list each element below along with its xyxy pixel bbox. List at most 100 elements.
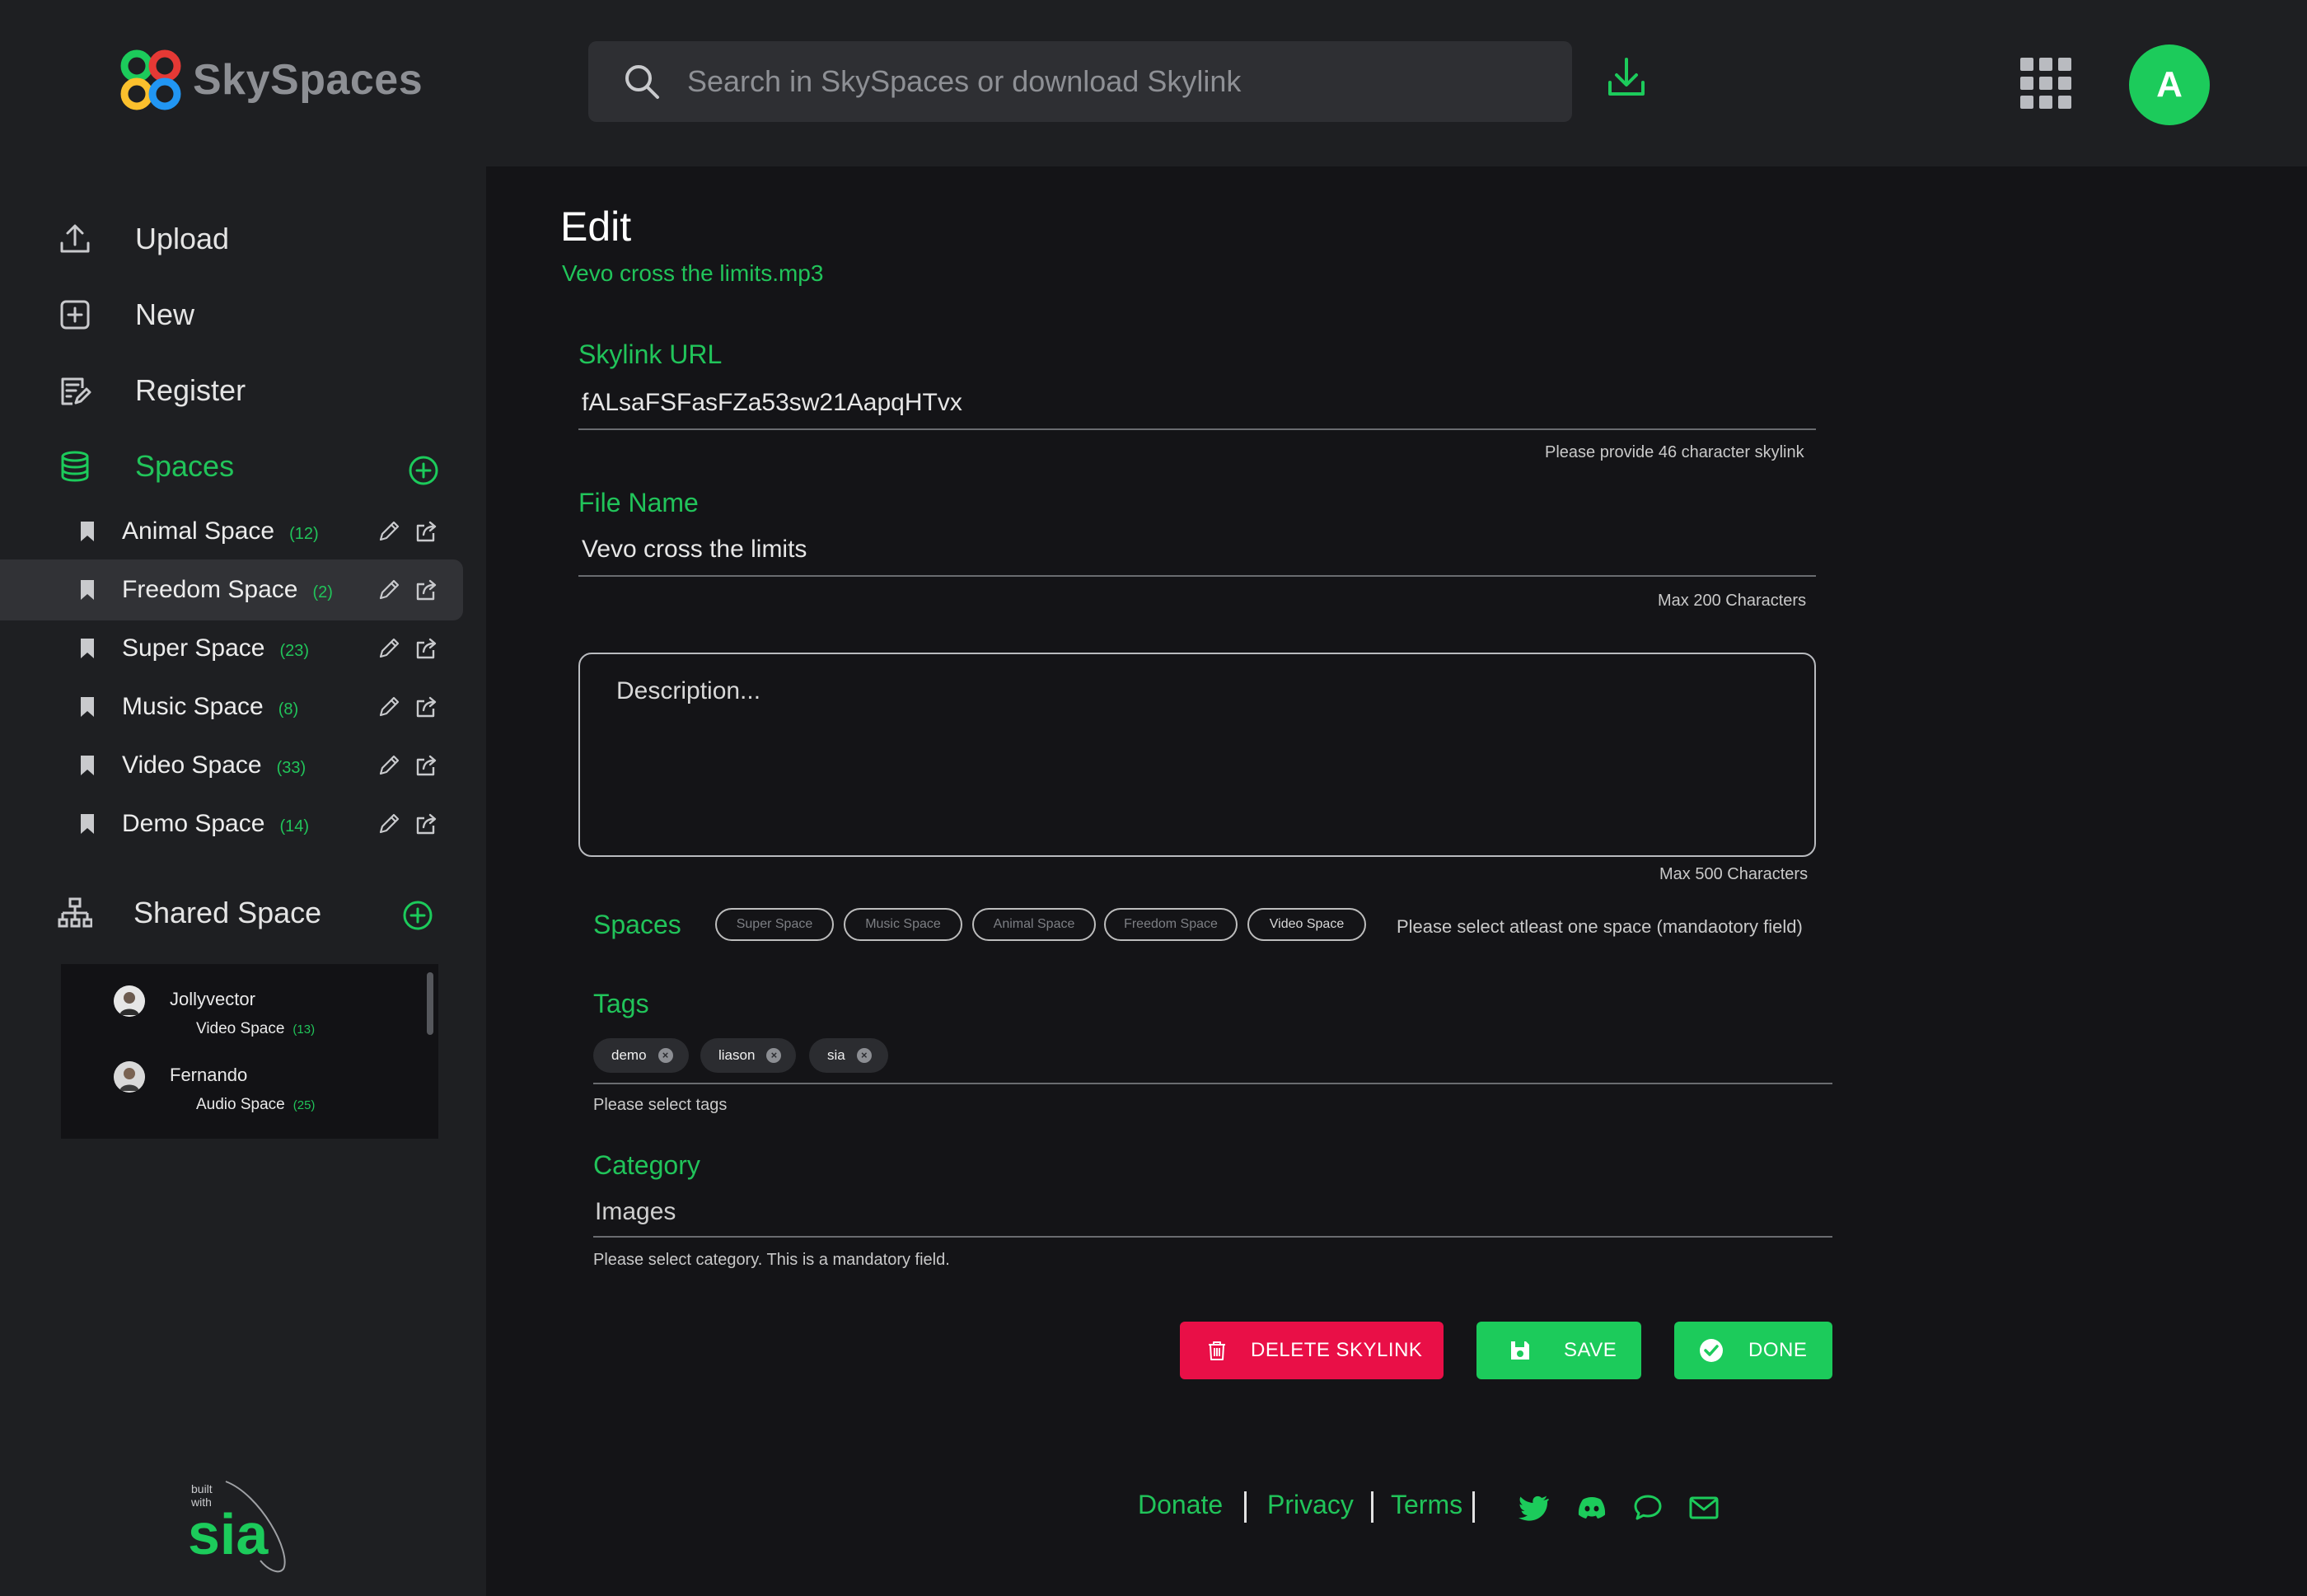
remove-tag-icon[interactable]: × (856, 1048, 872, 1063)
description-field[interactable] (578, 653, 1816, 857)
floppy-disk-icon (1511, 1341, 1529, 1360)
footer-divider (1472, 1491, 1475, 1523)
category-label: Category (593, 1150, 700, 1180)
share-icon[interactable] (414, 694, 440, 720)
pencil-icon[interactable] (376, 518, 402, 545)
bookmark-icon (81, 522, 94, 541)
shared-space-list: Jollyvector Video Space (13) Fernando Aud… (61, 964, 438, 1139)
sidebar-item-shared-space[interactable]: Shared Space (58, 888, 321, 938)
space-chip[interactable]: Freedom Space (1104, 908, 1238, 941)
app-logo[interactable]: SkySpaces (119, 48, 423, 112)
pencil-icon[interactable] (376, 752, 402, 779)
tags-hint: Please select tags (593, 1096, 728, 1114)
upload-icon (60, 224, 90, 253)
search-bar (588, 41, 1572, 122)
download-icon[interactable] (1602, 53, 1651, 102)
tag-label: sia (827, 1047, 845, 1063)
skylink-underline (578, 428, 1816, 430)
tag-chip[interactable]: sia × (809, 1038, 888, 1073)
edit-panel: Edit Vevo cross the limits.mp3 Skylink U… (486, 166, 2307, 1596)
share-icon[interactable] (414, 752, 440, 779)
done-label: DONE (1748, 1339, 1808, 1361)
description-textarea[interactable] (580, 654, 1814, 855)
sidebar-space-row[interactable]: Music Space (8) (0, 676, 463, 737)
search-input[interactable] (687, 57, 1572, 106)
mail-icon[interactable] (1687, 1491, 1720, 1524)
apps-grid-icon[interactable] (2020, 58, 2071, 109)
space-chip-selected[interactable]: Video Space (1247, 908, 1366, 941)
user-avatar-icon (114, 985, 145, 1017)
shared-user-name: Jollyvector (170, 989, 255, 1009)
save-button[interactable]: SAVE (1476, 1322, 1641, 1379)
bookmark-icon (81, 639, 94, 658)
share-icon[interactable] (414, 635, 440, 662)
add-space-icon[interactable] (408, 455, 439, 486)
space-chip[interactable]: Super Space (715, 908, 834, 941)
sidebar: Upload New Register Spaces Animal Space(… (0, 166, 486, 1596)
shared-space-count: (25) (292, 1098, 316, 1112)
space-count: (8) (278, 700, 299, 718)
share-icon[interactable] (414, 811, 440, 837)
space-name: Freedom Space (2) (122, 576, 333, 603)
done-button[interactable]: DONE (1674, 1322, 1832, 1379)
sitemap-icon (58, 897, 92, 928)
share-icon[interactable] (414, 577, 440, 603)
share-icon[interactable] (414, 518, 440, 545)
pencil-icon[interactable] (376, 577, 402, 603)
terms-link[interactable]: Terms (1391, 1490, 1462, 1520)
built-with-sia-logo: built with sia (188, 1481, 286, 1573)
sidebar-space-row[interactable]: Animal Space (12) (0, 501, 463, 562)
category-underline (593, 1236, 1832, 1238)
skylink-input[interactable]: fALsaFSFasFZa53sw21AapqHTvx (582, 389, 962, 417)
filename-hint: Max 200 Characters (1658, 592, 1807, 610)
sidebar-item-new[interactable]: New (58, 290, 194, 339)
plus-square-icon (60, 300, 90, 330)
spaces-hint: Please select atleast one space (mandaot… (1397, 916, 1803, 937)
remove-tag-icon[interactable]: × (657, 1048, 673, 1063)
delete-skylink-button[interactable]: DELETE SKYLINK (1180, 1322, 1444, 1379)
category-select[interactable]: Images (595, 1198, 676, 1226)
chat-icon[interactable] (1631, 1491, 1664, 1524)
sidebar-space-row[interactable]: Video Space (33) (0, 735, 463, 796)
twitter-icon[interactable] (1518, 1491, 1551, 1524)
sidebar-item-label: Register (135, 373, 246, 407)
space-chip[interactable]: Music Space (844, 908, 962, 941)
donate-link[interactable]: Donate (1138, 1490, 1223, 1520)
sidebar-item-spaces[interactable]: Spaces (58, 442, 234, 491)
sidebar-item-label: New (135, 297, 195, 331)
pencil-icon[interactable] (376, 811, 402, 837)
sidebar-shared-title: Shared Space (133, 896, 322, 929)
filename-input[interactable]: Vevo cross the limits (582, 536, 807, 564)
skylink-hint: Please provide 46 character skylink (1545, 443, 1804, 461)
page-title: Edit (560, 204, 632, 250)
add-shared-space-icon[interactable] (402, 900, 433, 931)
user-avatar[interactable]: A (2129, 44, 2210, 125)
sidebar-space-row[interactable]: Demo Space (14) (0, 793, 463, 854)
space-chip[interactable]: Animal Space (972, 908, 1096, 941)
privacy-link[interactable]: Privacy (1267, 1490, 1354, 1520)
skylink-label: Skylink URL (578, 339, 723, 369)
space-count: (12) (289, 525, 319, 543)
sidebar-space-row[interactable]: Freedom Space (2) (0, 559, 463, 620)
tags-underline (593, 1083, 1832, 1084)
bookmark-icon (81, 580, 94, 600)
sidebar-spaces-title: Spaces (135, 449, 235, 483)
category-hint: Please select category. This is a mandat… (593, 1251, 950, 1269)
space-name: Super Space (23) (122, 634, 310, 662)
space-count: (23) (279, 642, 310, 660)
top-header: SkySpaces A (0, 0, 2307, 166)
description-hint: Max 500 Characters (1659, 865, 1809, 883)
sidebar-item-register[interactable]: Register (58, 366, 246, 415)
sidebar-item-upload[interactable]: Upload (58, 214, 229, 264)
sidebar-space-row[interactable]: Super Space (23) (0, 618, 463, 679)
shared-list-scrollbar[interactable] (427, 972, 433, 1035)
tag-chip[interactable]: demo × (593, 1038, 689, 1073)
search-icon[interactable] (621, 61, 662, 102)
user-avatar-icon (114, 1061, 145, 1093)
pencil-icon[interactable] (376, 635, 402, 662)
remove-tag-icon[interactable]: × (766, 1048, 782, 1063)
pencil-icon[interactable] (376, 694, 402, 720)
shared-space-count: (13) (292, 1023, 316, 1037)
discord-icon[interactable] (1575, 1491, 1608, 1524)
tag-chip[interactable]: liason × (700, 1038, 796, 1073)
